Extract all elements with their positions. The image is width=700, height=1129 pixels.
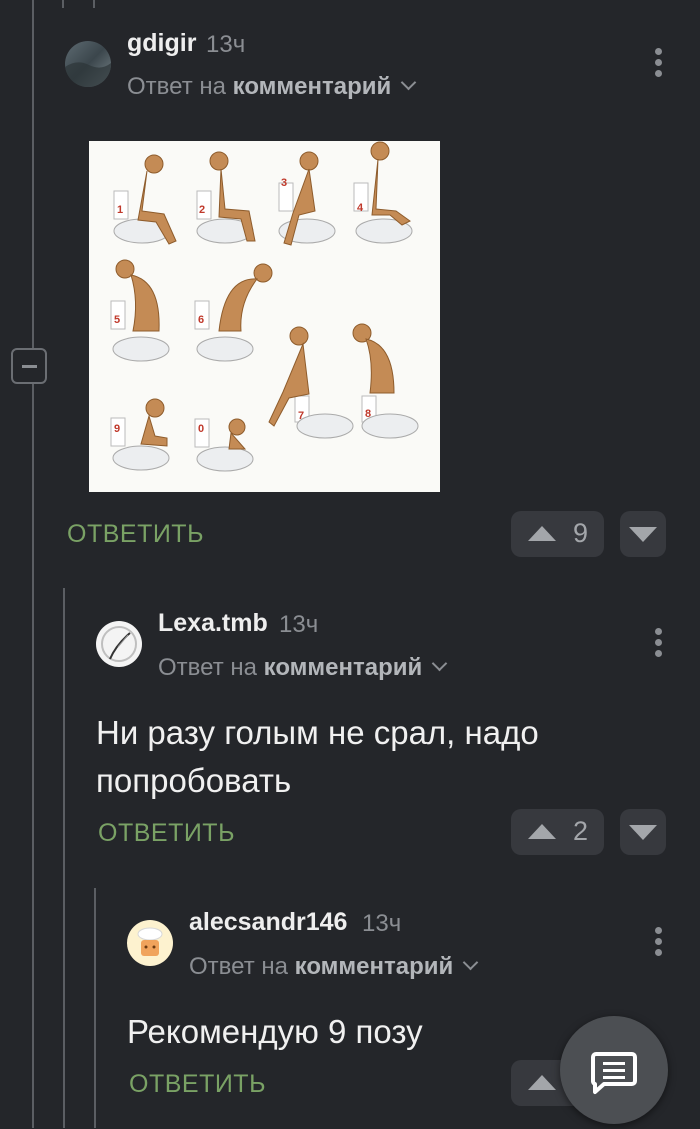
pose-number: 6 xyxy=(198,314,204,326)
comment-text-line: Ни разу голым не срал, надо xyxy=(96,714,539,751)
vote-count: 2 xyxy=(573,816,589,846)
pose-number: 4 xyxy=(357,202,364,214)
pose-number: 5 xyxy=(114,314,120,326)
minus-icon xyxy=(22,365,37,368)
thread-line xyxy=(63,588,65,1128)
kebab-menu-icon[interactable] xyxy=(654,48,664,81)
thread-line xyxy=(32,384,34,1128)
reply-to-prefix: Ответ на xyxy=(127,73,226,100)
avatar[interactable] xyxy=(65,41,111,87)
comment-text-line: попробовать xyxy=(96,762,292,799)
reply-button[interactable]: ОТВЕТИТЬ xyxy=(67,520,204,549)
reply-button[interactable]: ОТВЕТИТЬ xyxy=(129,1070,266,1099)
pose-number: 2 xyxy=(199,204,205,216)
kebab-menu-icon[interactable] xyxy=(654,927,664,960)
arrow-up-icon xyxy=(528,526,556,541)
reply-to-link[interactable]: Ответ на комментарий xyxy=(189,953,479,981)
chevron-down-icon xyxy=(432,655,448,672)
reply-to-target: комментарий xyxy=(263,654,423,681)
comment-text: Ни разу голым не срал, надо попробовать xyxy=(96,709,539,805)
pose-number: 8 xyxy=(365,408,371,420)
upvote-button[interactable]: 9 xyxy=(511,511,604,557)
comment-image[interactable]: 1 2 3 4 5 6 7 8 9 0 xyxy=(89,141,440,492)
downvote-button[interactable] xyxy=(620,511,666,557)
collapse-thread-button[interactable] xyxy=(11,348,47,384)
reply-to-target: комментарий xyxy=(232,73,392,100)
thread-line xyxy=(93,0,95,8)
thread-line xyxy=(62,0,64,8)
username[interactable]: alecsandr146 xyxy=(189,908,347,937)
comment-icon xyxy=(591,1052,637,1094)
pose-number: 1 xyxy=(117,204,123,216)
reply-to-link[interactable]: Ответ на комментарий xyxy=(127,73,417,101)
reply-to-target: комментарий xyxy=(294,953,454,980)
pose-number: 0 xyxy=(198,423,204,435)
pose-number: 3 xyxy=(281,177,287,189)
username[interactable]: gdigir xyxy=(127,29,196,58)
timestamp: 13ч xyxy=(362,910,402,937)
upvote-button[interactable]: 2 xyxy=(511,809,604,855)
kebab-menu-icon[interactable] xyxy=(654,628,664,661)
pose-number: 7 xyxy=(298,410,304,422)
arrow-down-icon xyxy=(629,527,657,542)
reply-to-link[interactable]: Ответ на комментарий xyxy=(158,654,448,682)
reply-button[interactable]: ОТВЕТИТЬ xyxy=(98,819,235,848)
timestamp: 13ч xyxy=(279,611,319,638)
username[interactable]: Lexa.tmb xyxy=(158,609,268,638)
pose-number: 9 xyxy=(114,423,120,435)
chevron-down-icon xyxy=(463,954,479,971)
comment-text: Рекомендую 9 позу xyxy=(127,1013,423,1050)
thread-line xyxy=(94,888,96,1128)
arrow-down-icon xyxy=(629,825,657,840)
chevron-down-icon xyxy=(401,74,417,91)
timestamp: 13ч xyxy=(206,31,246,58)
arrow-up-icon xyxy=(528,1075,556,1090)
avatar[interactable] xyxy=(96,621,142,667)
reply-to-prefix: Ответ на xyxy=(158,654,257,681)
thread-line xyxy=(32,0,34,348)
downvote-button[interactable] xyxy=(620,809,666,855)
avatar[interactable] xyxy=(127,920,173,966)
comment-fab-button[interactable] xyxy=(560,1016,668,1124)
arrow-up-icon xyxy=(528,824,556,839)
vote-count: 9 xyxy=(573,518,589,548)
reply-to-prefix: Ответ на xyxy=(189,953,288,980)
